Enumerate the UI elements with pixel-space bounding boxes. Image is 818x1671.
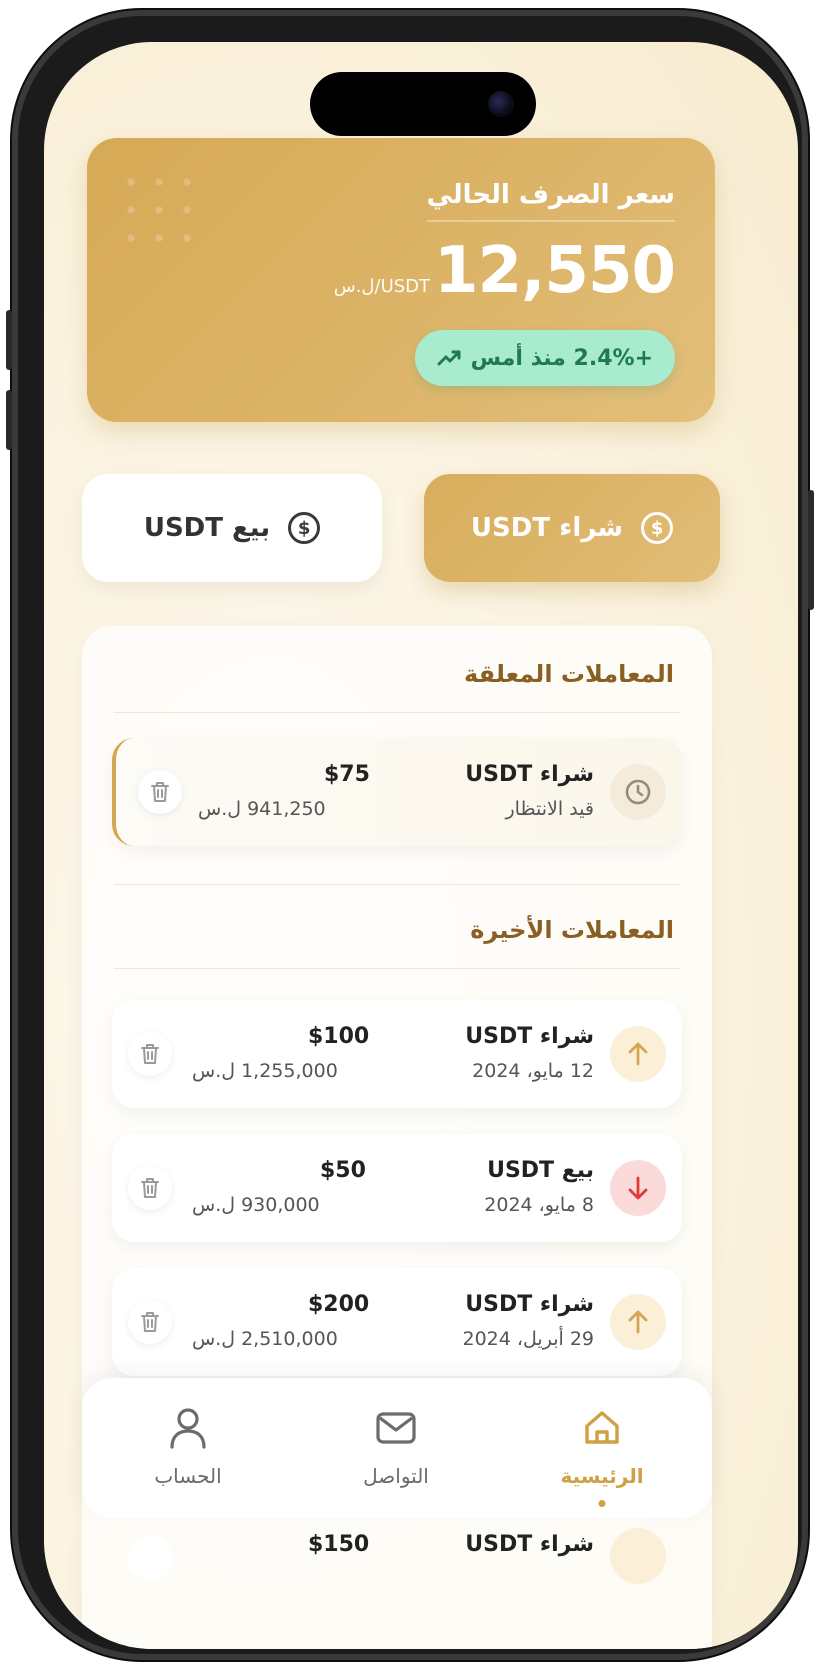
trash-icon[interactable] xyxy=(128,1536,172,1580)
transaction-amount: $50 xyxy=(320,1158,366,1183)
nav-home-label: الرئيسية xyxy=(560,1464,644,1488)
divider xyxy=(114,712,680,713)
rate-row: 12,550 ل.س/USDT xyxy=(333,234,676,308)
recent-transaction[interactable]: بيع USDT 8 مايو، 2024 $50 930,000 ل.س xyxy=(112,1134,682,1242)
recent-transaction[interactable]: شراء USDT $150 xyxy=(112,1522,682,1584)
divider xyxy=(114,968,680,969)
sell-usdt-label: بيع USDT xyxy=(143,513,271,543)
transaction-title: شراء USDT xyxy=(465,1292,594,1317)
transaction-date: 12 مايو، 2024 xyxy=(472,1060,594,1082)
delete-button[interactable] xyxy=(128,1300,172,1344)
trash-icon xyxy=(141,1044,159,1064)
transaction-title: بيع USDT xyxy=(487,1158,594,1183)
transaction-date: 29 أبريل، 2024 xyxy=(462,1328,595,1350)
dollar-coin-icon: $ xyxy=(288,512,321,544)
trending-up-icon xyxy=(437,350,461,366)
recent-transaction[interactable]: شراء USDT 29 أبريل، 2024 $200 2,510,000 … xyxy=(112,1268,682,1376)
transaction-date: 8 مايو، 2024 xyxy=(484,1194,594,1216)
rate-change-badge: +2.4% منذ أمس xyxy=(414,330,675,386)
trash-icon xyxy=(141,1178,159,1198)
recent-transaction[interactable]: شراء USDT 12 مايو، 2024 $100 1,255,000 ل… xyxy=(112,1000,682,1108)
arrow-down-icon xyxy=(610,1160,666,1216)
transaction-amount: $150 xyxy=(308,1532,370,1557)
delete-button[interactable] xyxy=(128,1032,172,1076)
transaction-lira: 930,000 ل.س xyxy=(192,1194,320,1216)
transaction-status: قيد الانتظار xyxy=(505,798,594,820)
mail-icon xyxy=(316,1404,476,1452)
trash-icon xyxy=(151,782,169,802)
dynamic-island xyxy=(310,72,536,136)
nav-home[interactable]: الرئيسية xyxy=(522,1404,682,1507)
nav-account[interactable]: الحساب xyxy=(108,1404,268,1488)
recent-title: المعاملات الأخيرة xyxy=(470,916,674,944)
nav-contact-label: التواصل xyxy=(363,1464,429,1488)
home-icon xyxy=(522,1404,682,1452)
nav-account-label: الحساب xyxy=(154,1464,222,1488)
delete-button[interactable] xyxy=(138,770,182,814)
volume-up-button xyxy=(6,310,12,370)
transaction-amount: $75 xyxy=(324,762,370,787)
nav-contact[interactable]: التواصل xyxy=(316,1404,476,1488)
sell-usdt-button[interactable]: $ بيع USDT xyxy=(82,474,382,582)
divider xyxy=(114,884,680,885)
rate-change-text: +2.4% منذ أمس xyxy=(470,345,653,371)
transaction-lira: 941,250 ل.س xyxy=(198,798,326,820)
phone-frame: سعر الصرف الحالي 12,550 ل.س/USDT +2.4% م… xyxy=(6,10,814,1660)
arrow-up-icon xyxy=(610,1026,666,1082)
transaction-title: شراء USDT xyxy=(465,762,594,787)
app-screen: سعر الصرف الحالي 12,550 ل.س/USDT +2.4% م… xyxy=(44,42,798,1649)
arrow-up-icon xyxy=(610,1294,666,1350)
arrow-up-icon xyxy=(610,1528,666,1584)
side-button xyxy=(808,490,814,610)
rate-unit: ل.س/USDT xyxy=(333,276,431,297)
rate-title: سعر الصرف الحالي xyxy=(426,180,675,222)
dot-pattern xyxy=(117,168,197,248)
dollar-coin-icon: $ xyxy=(641,512,674,544)
pending-transaction[interactable]: شراء USDT قيد الانتظار $75 941,250 ل.س xyxy=(112,738,682,846)
transaction-lira: 2,510,000 ل.س xyxy=(192,1328,338,1350)
buy-usdt-label: شراء USDT xyxy=(470,513,624,543)
delete-button[interactable] xyxy=(128,1166,172,1210)
bottom-navigation: الرئيسية التواصل الحساب xyxy=(82,1378,712,1518)
buy-usdt-button[interactable]: $ شراء USDT xyxy=(424,474,720,582)
clock-icon xyxy=(610,764,666,820)
transaction-title: شراء USDT xyxy=(465,1532,594,1557)
active-indicator xyxy=(598,1500,606,1507)
volume-down-button xyxy=(6,390,12,450)
user-icon xyxy=(108,1404,268,1452)
transaction-title: شراء USDT xyxy=(465,1024,594,1049)
camera-icon xyxy=(488,91,514,117)
exchange-rate-card: سعر الصرف الحالي 12,550 ل.س/USDT +2.4% م… xyxy=(87,138,715,422)
transaction-amount: $200 xyxy=(308,1292,370,1317)
pending-title: المعاملات المعلقة xyxy=(464,660,674,688)
trash-icon xyxy=(141,1312,159,1332)
transaction-amount: $100 xyxy=(308,1024,370,1049)
transaction-lira: 1,255,000 ل.س xyxy=(192,1060,338,1082)
rate-value: 12,550 xyxy=(434,234,676,308)
